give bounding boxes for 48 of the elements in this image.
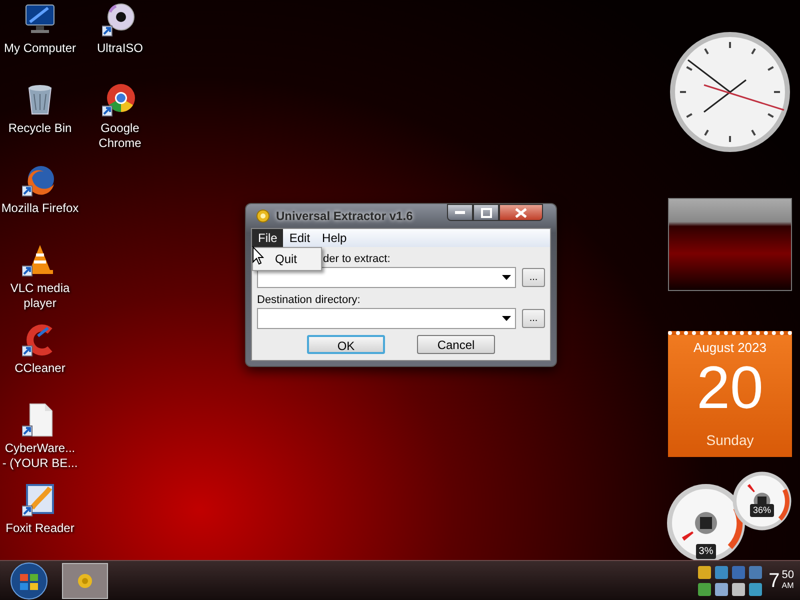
gear-icon	[77, 572, 93, 588]
calendar-month: August 2023	[693, 339, 766, 357]
dropdown-caret-icon	[502, 316, 512, 321]
maximize-button[interactable]	[473, 204, 499, 221]
icon-label[interactable]: My Computer	[4, 41, 76, 56]
browse-button[interactable]: ...	[522, 309, 545, 328]
tray-icon[interactable]	[730, 582, 746, 596]
path-combobox[interactable]	[257, 308, 516, 329]
tray-icon[interactable]	[714, 582, 729, 596]
icon-label[interactable]: Foxit Reader	[6, 521, 74, 536]
tray-icon[interactable]	[714, 564, 729, 580]
clock-hour: 7	[768, 570, 780, 592]
cancel-button[interactable]: Cancel	[417, 335, 495, 354]
browser-ball-icon[interactable]	[102, 82, 138, 118]
icon-label[interactable]: Recycle Bin	[8, 121, 72, 136]
field-label: Destination directory:	[257, 293, 360, 308]
window-title: Universal Extractor v1.6	[276, 208, 413, 225]
icon-label[interactable]: UltraISO	[96, 41, 143, 56]
gauge-dial-drawing	[732, 471, 792, 531]
browse-button[interactable]: ...	[522, 268, 545, 287]
minimize-button[interactable]	[447, 204, 473, 221]
gauge-reading: 3%	[696, 544, 716, 559]
dropdown-caret-icon	[502, 275, 512, 280]
menu-item[interactable]: Edit	[283, 229, 316, 247]
calendar-weekday: Sunday	[706, 430, 754, 450]
calendar-day: 20	[696, 358, 764, 418]
close-icon	[515, 208, 527, 218]
minimize-icon	[455, 211, 465, 214]
icon-label[interactable]: VLC media player	[10, 281, 70, 311]
tray-icon[interactable]	[748, 582, 763, 596]
gear-icon	[256, 209, 270, 223]
menu-item[interactable]: File	[252, 229, 284, 247]
icon-label[interactable]: Mozilla Firefox	[1, 201, 79, 216]
menu-item[interactable]: Help	[316, 229, 353, 247]
tray-icon[interactable]	[696, 582, 712, 596]
icon-label[interactable]: CyberWare... - (YOUR BE...	[2, 441, 78, 471]
tray-icon[interactable]	[696, 564, 712, 580]
start-orb-icon[interactable]	[8, 562, 50, 600]
clock-ampm: AM	[782, 580, 794, 590]
clock-minute: 50	[782, 570, 794, 580]
icon-label[interactable]: Google Chrome	[98, 121, 142, 151]
maximize-icon	[480, 208, 492, 218]
path-combobox[interactable]	[257, 267, 516, 288]
icon-label[interactable]: CCleaner	[14, 361, 66, 376]
ok-button[interactable]: OK	[307, 335, 385, 354]
close-button[interactable]	[499, 204, 543, 221]
field-label: der to extract:	[323, 252, 390, 267]
cursor-icon	[252, 246, 264, 265]
